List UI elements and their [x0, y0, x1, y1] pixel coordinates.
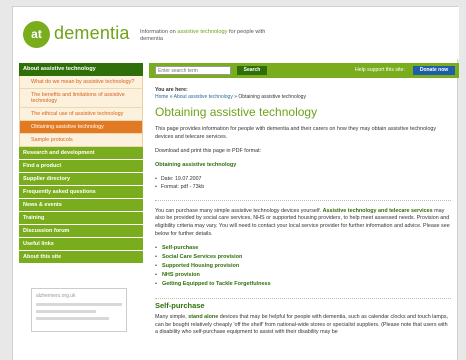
intro-paragraph: This page provides information for peopl…	[155, 126, 437, 140]
breadcrumb-current: Obtaining assistive technology	[238, 94, 306, 100]
pdf-format: Format: pdf - 73kb	[155, 183, 451, 191]
link-social-care[interactable]: Social Care Services provision	[155, 253, 451, 262]
nav-discussion-forum[interactable]: Discussion forum	[19, 225, 143, 238]
sidebar-section-title[interactable]: About assistive technology	[19, 63, 143, 76]
self-purchase-heading: Self-purchase	[155, 301, 205, 311]
nav-find-product[interactable]: Find a product	[19, 160, 143, 173]
provision-paragraph: You can purchase many simple assistive t…	[155, 208, 451, 238]
support-text: Help support this site:	[355, 67, 405, 73]
donate-button[interactable]: Donate now	[413, 66, 455, 75]
nav-training[interactable]: Training	[19, 212, 143, 225]
sidebar-item-benefits[interactable]: The benefits and limitations of assistiv…	[20, 89, 142, 108]
link-nhs-provision[interactable]: NHS provision	[155, 271, 451, 280]
page-title: Obtaining assistive technology	[155, 105, 318, 119]
search-input[interactable]	[155, 66, 231, 75]
provision-text-a: You can purchase many simple assistive t…	[155, 207, 323, 214]
sponsor-label: alzheimers.org.uk	[36, 293, 76, 299]
sidebar-item-what-we-mean[interactable]: What do we mean by assistive technology?	[20, 76, 142, 89]
sponsor-banner[interactable]: alzheimers.org.uk	[31, 288, 127, 332]
search-bar: Search Help support this site: Donate no…	[149, 63, 459, 78]
nav-news-events[interactable]: News & events	[19, 199, 143, 212]
search-button[interactable]: Search	[237, 66, 267, 75]
sponsor-line	[36, 317, 110, 320]
divider	[155, 298, 451, 300]
site-header: at dementia Information on assistive tec…	[13, 7, 459, 59]
nav-research[interactable]: Research and development	[19, 147, 143, 160]
self-purchase-text-a: Many simple,	[155, 314, 189, 321]
pdf-download-link[interactable]: Obtaining assistive technology	[155, 162, 451, 168]
sidebar-sub-list: What do we mean by assistive technology?…	[19, 76, 143, 147]
sponsor-line	[36, 303, 122, 306]
sidebar-item-ethical-use[interactable]: The ethical use of assistive technology	[20, 108, 142, 121]
sidebar-item-sample-protocols[interactable]: Sample protocols	[20, 134, 142, 147]
you-are-here-label: You are here:	[155, 87, 188, 93]
breadcrumb-about[interactable]: About assistive technology	[174, 94, 233, 100]
pdf-date: Date: 19.07.2007	[155, 175, 451, 183]
pdf-meta-list: Date: 19.07.2007 Format: pdf - 73kb	[155, 175, 451, 191]
logo-badge[interactable]: at	[23, 21, 50, 48]
nav-about-site[interactable]: About this site	[19, 251, 143, 264]
main-content: You are here: Home » About assistive tec…	[155, 87, 451, 337]
telecare-link[interactable]: Assistive technology and telecare servic…	[323, 208, 433, 214]
nav-useful-links[interactable]: Useful links	[19, 238, 143, 251]
section-links: Self-purchase Social Care Services provi…	[155, 244, 451, 289]
sidebar: About assistive technology What do we me…	[19, 63, 143, 332]
nav-faq[interactable]: Frequently asked questions	[19, 186, 143, 199]
self-purchase-paragraph: Many simple, stand alone devices that ma…	[155, 314, 451, 337]
link-supported-housing[interactable]: Supported Housing provision	[155, 262, 451, 271]
link-getting-equipped[interactable]: Getting Equipped to Tackle Forgetfulness	[155, 280, 451, 289]
logo-wordmark[interactable]: dementia	[54, 23, 130, 44]
tagline-highlight: assistive technology	[177, 29, 228, 35]
site-tagline: Information on assistive technology for …	[140, 29, 270, 43]
tagline-pre: Information on	[140, 29, 178, 35]
download-text: Download and print this page in PDF form…	[155, 148, 262, 155]
divider	[155, 199, 451, 201]
stand-alone-link[interactable]: stand alone	[188, 314, 218, 320]
sidebar-item-obtaining[interactable]: Obtaining assistive technology	[20, 121, 142, 134]
page: at dementia Information on assistive tec…	[12, 6, 459, 360]
nav-supplier-directory[interactable]: Supplier directory	[19, 173, 143, 186]
breadcrumb-home[interactable]: Home	[155, 94, 168, 100]
sponsor-line	[36, 310, 97, 313]
link-self-purchase[interactable]: Self-purchase	[155, 244, 451, 253]
breadcrumb: Home » About assistive technology » Obta…	[155, 94, 451, 100]
